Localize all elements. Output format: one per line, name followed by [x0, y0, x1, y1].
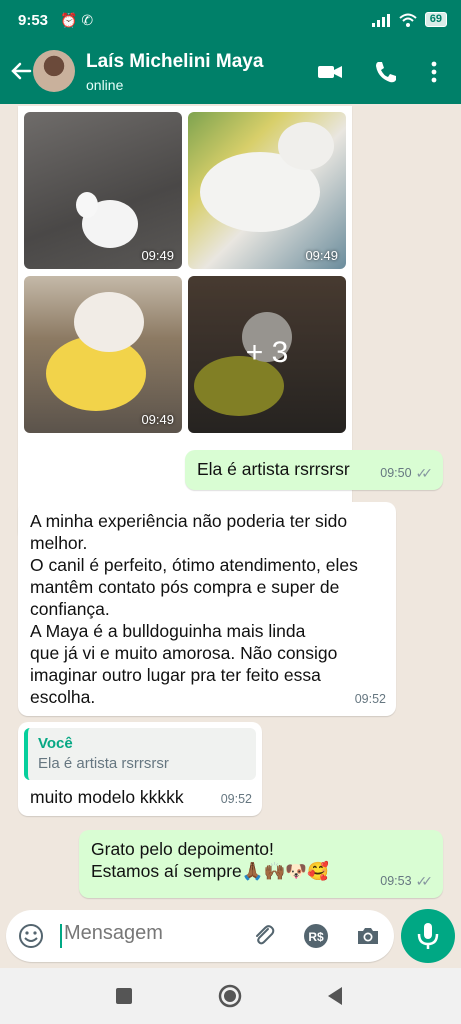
- message-bubble-outgoing[interactable]: Grato pelo depoimento! Estamos aí sempre…: [79, 830, 443, 898]
- text-cursor: [60, 924, 62, 948]
- message-time: 09:50: [380, 466, 412, 480]
- chat-header: Laís Michelini Maya online: [0, 42, 461, 104]
- message-time: 09:52: [220, 792, 252, 806]
- contact-status: online: [86, 77, 124, 93]
- message-line: Grato pelo depoimento!: [91, 839, 274, 859]
- message-line: O canil é perfeito, ótimo atendimento, e…: [30, 555, 358, 575]
- mic-button[interactable]: [401, 909, 455, 963]
- photo-time: 09:49: [141, 412, 174, 427]
- message-line: imaginar outro lugar pra ter feito essa: [30, 665, 321, 685]
- battery-indicator: 69: [424, 12, 447, 27]
- back-arrow-icon[interactable]: [6, 56, 36, 86]
- message-bubble-reply[interactable]: Você Ela é artista rsrrsrsr muito modelo…: [18, 722, 262, 816]
- quoted-message[interactable]: Você Ela é artista rsrrsrsr: [24, 728, 256, 780]
- payment-icon[interactable]: R$: [302, 922, 330, 950]
- message-meta: 09:50 ✓✓: [380, 462, 433, 484]
- message-input[interactable]: [64, 922, 244, 945]
- more-photos-count: + 3: [245, 336, 289, 369]
- message-line: A Maya é a bulldoguinha mais linda: [30, 621, 306, 641]
- message-line: mantêm contato pós compra e super de: [30, 577, 340, 597]
- payment-label: R$: [308, 930, 324, 944]
- message-line: confiança.: [30, 599, 110, 619]
- phone-icon[interactable]: [372, 58, 400, 86]
- read-ticks-icon: ✓✓: [415, 465, 434, 481]
- photo-time: 09:49: [305, 248, 338, 263]
- message-bubble-outgoing[interactable]: Ela é artista rsrrsrsr 09:50 ✓✓: [185, 450, 443, 490]
- back-nav-icon[interactable]: [322, 982, 350, 1010]
- message-line: que já vi e muito amorosa. Não consigo: [30, 643, 338, 663]
- message-time: 09:52: [354, 692, 386, 706]
- status-right-group: 69: [371, 12, 447, 27]
- message-time: 09:53: [380, 874, 412, 888]
- message-line: escolha.: [30, 687, 96, 707]
- quote-author: Você: [38, 735, 73, 752]
- signal-icon: [371, 13, 390, 27]
- chat-area[interactable]: 09:49 09:49 09:49 + 3 Ela é artista rsrr…: [0, 104, 461, 910]
- recents-icon[interactable]: [110, 982, 138, 1010]
- video-call-icon[interactable]: [316, 58, 344, 86]
- photo-thumb[interactable]: 09:49: [24, 276, 182, 433]
- message-line: melhor.: [30, 533, 88, 553]
- photo-more-thumb[interactable]: + 3: [188, 276, 346, 433]
- camera-icon[interactable]: [354, 922, 382, 950]
- status-notification-icons: ⏰ ✆: [60, 12, 94, 28]
- mic-icon: [417, 923, 439, 949]
- message-meta: 09:52: [221, 788, 252, 810]
- message-meta: 09:52: [355, 688, 386, 710]
- message-text: Ela é artista rsrrsrsr: [197, 459, 350, 479]
- read-ticks-icon: ✓✓: [415, 873, 434, 889]
- system-nav-bar: [0, 968, 461, 1024]
- attach-icon[interactable]: [250, 922, 278, 950]
- contact-name[interactable]: Laís Michelini Maya: [86, 51, 263, 73]
- message-line: A minha experiência não poderia ter sido: [30, 511, 348, 531]
- message-meta: 09:53 ✓✓: [380, 870, 433, 892]
- contact-avatar[interactable]: [33, 50, 75, 92]
- wifi-icon: [399, 13, 417, 27]
- photo-thumb[interactable]: 09:49: [188, 112, 346, 269]
- home-icon[interactable]: [216, 982, 244, 1010]
- more-options-icon[interactable]: [420, 58, 448, 86]
- emoji-icon[interactable]: [18, 923, 44, 949]
- message-bubble-incoming[interactable]: A minha experiência não poderia ter sido…: [18, 502, 396, 716]
- message-composer: R$: [6, 910, 394, 962]
- photo-time: 09:49: [141, 248, 174, 263]
- quote-text: Ela é artista rsrrsrsr: [38, 755, 169, 772]
- status-time: 9:53: [18, 12, 49, 29]
- photo-thumb[interactable]: 09:49: [24, 112, 182, 269]
- status-bar: 9:53 ⏰ ✆ 69: [0, 0, 461, 42]
